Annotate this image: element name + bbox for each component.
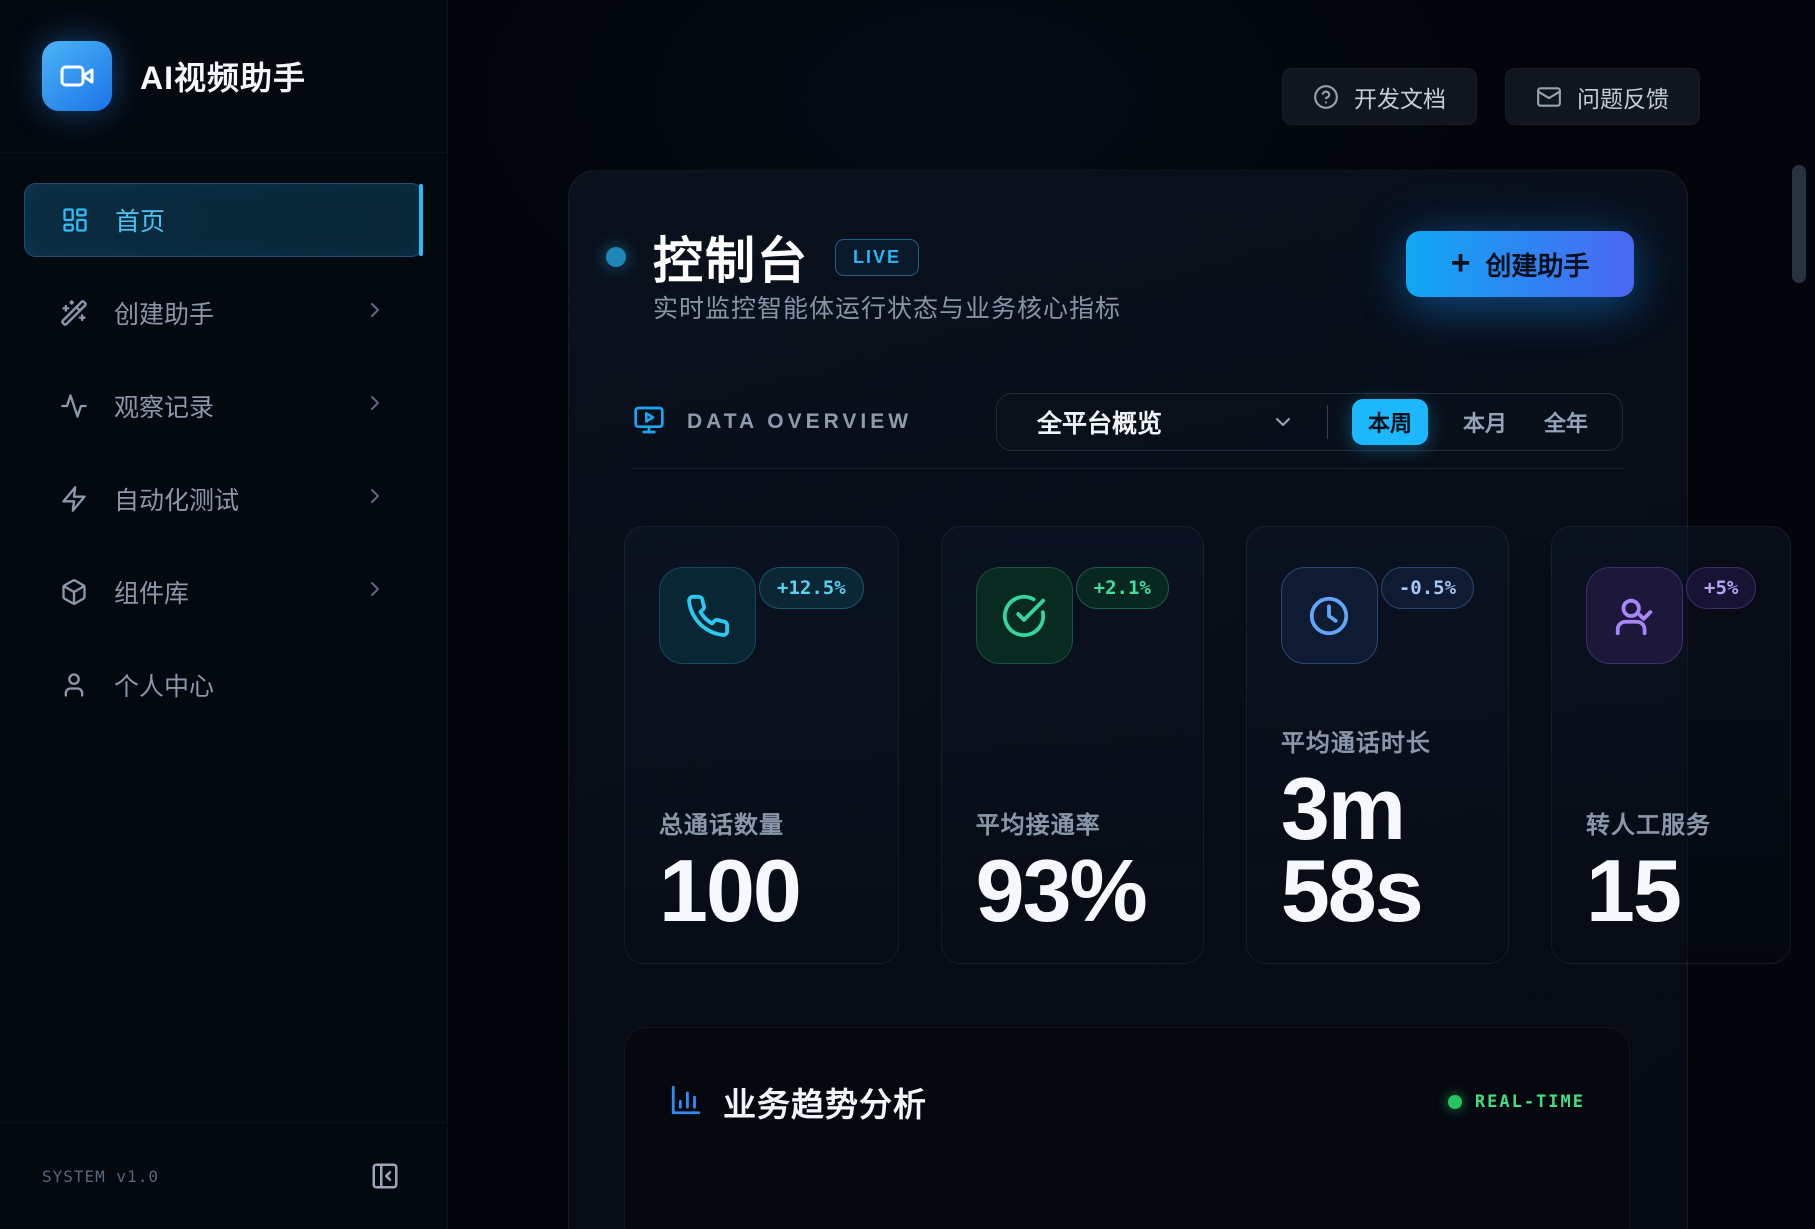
magic-wand-icon xyxy=(60,299,88,327)
sidebar-nav: 首页 创建助手 观察记录 xyxy=(0,153,447,1122)
topbar: 开发文档 问题反馈 xyxy=(1282,68,1700,125)
create-assistant-button[interactable]: + 创建助手 xyxy=(1406,231,1634,297)
delta-badge: +12.5% xyxy=(759,567,864,609)
app-title: AI视频助手 xyxy=(140,53,306,99)
sidebar-item-home[interactable]: 首页 xyxy=(24,183,423,257)
sidebar-item-label: 组件库 xyxy=(114,574,189,610)
sidebar-item-automation-test[interactable]: 自动化测试 xyxy=(24,462,423,536)
stat-label: 平均接通率 xyxy=(976,805,1169,840)
zap-icon xyxy=(60,485,88,513)
tab-full-year[interactable]: 全年 xyxy=(1542,399,1590,445)
stat-label: 平均通话时长 xyxy=(1281,723,1474,758)
dashboard-icon xyxy=(61,206,89,234)
stat-label: 总通话数量 xyxy=(659,805,864,840)
realtime-label: REAL-TIME xyxy=(1475,1092,1585,1112)
main-area: 开发文档 问题反馈 控制台 LIVE 实时监控智能体运行状态与业务核心指标 + … xyxy=(448,0,1815,1229)
bar-chart-icon xyxy=(669,1083,703,1122)
stat-card-top: +5% xyxy=(1586,567,1756,664)
page-title: 控制台 xyxy=(653,221,809,293)
collapse-sidebar-button[interactable] xyxy=(365,1156,405,1196)
phone-icon xyxy=(659,567,756,664)
realtime-status: REAL-TIME xyxy=(1448,1092,1585,1112)
console-panel: 控制台 LIVE 实时监控智能体运行状态与业务核心指标 + 创建助手 DATA … xyxy=(568,170,1688,1229)
platform-select[interactable]: 全平台概览 xyxy=(997,404,1327,440)
chevron-right-icon xyxy=(363,484,387,515)
delta-badge: +2.1% xyxy=(1076,567,1169,609)
dev-docs-label: 开发文档 xyxy=(1354,80,1446,114)
check-circle-icon xyxy=(976,567,1073,664)
create-assistant-label: 创建助手 xyxy=(1485,246,1589,283)
feedback-label: 问题反馈 xyxy=(1577,80,1669,114)
sidebar-item-label: 首页 xyxy=(115,202,165,238)
stat-value: 15 xyxy=(1586,850,1756,933)
sidebar: AI视频助手 首页 创建助手 xyxy=(0,0,448,1229)
stat-label: 转人工服务 xyxy=(1586,805,1756,840)
chevron-down-icon xyxy=(1271,410,1295,434)
chevron-right-icon xyxy=(363,298,387,329)
stat-card-answer-rate: +2.1% 平均接通率 93% xyxy=(941,526,1204,964)
platform-select-value: 全平台概览 xyxy=(1037,404,1162,440)
data-overview-row: DATA OVERVIEW 全平台概览 本周 本月 全年 xyxy=(633,393,1623,451)
plus-icon: + xyxy=(1451,246,1471,280)
stat-card-top: +2.1% xyxy=(976,567,1169,664)
overview-controls: 全平台概览 本周 本月 全年 xyxy=(996,393,1623,451)
sidebar-item-label: 自动化测试 xyxy=(114,481,239,517)
sidebar-item-create-assistant[interactable]: 创建助手 xyxy=(24,276,423,350)
stat-card-human-transfer: +5% 转人工服务 15 xyxy=(1551,526,1791,964)
console-header: 控制台 LIVE xyxy=(606,221,919,293)
chevron-right-icon xyxy=(363,577,387,608)
help-circle-icon xyxy=(1313,84,1339,110)
panel-collapse-icon xyxy=(370,1161,400,1191)
box-icon xyxy=(60,578,88,606)
time-range-tabs: 本周 本月 全年 xyxy=(1328,399,1622,445)
user-check-icon xyxy=(1586,567,1683,664)
sidebar-item-label: 观察记录 xyxy=(114,388,214,424)
realtime-dot xyxy=(1448,1095,1462,1109)
trend-header: 业务趋势分析 REAL-TIME xyxy=(669,1078,1585,1126)
sidebar-item-label: 创建助手 xyxy=(114,295,214,331)
section-divider xyxy=(633,468,1623,469)
stat-card-total-calls: +12.5% 总通话数量 100 xyxy=(624,526,899,964)
app-root: AI视频助手 首页 创建助手 xyxy=(0,0,1815,1229)
stats-row: +12.5% 总通话数量 100 +2.1% 平均接通率 xyxy=(624,526,1630,964)
sidebar-item-observation-log[interactable]: 观察记录 xyxy=(24,369,423,443)
stat-value-line-1: 3m xyxy=(1281,768,1474,851)
dev-docs-button[interactable]: 开发文档 xyxy=(1282,68,1477,125)
stat-value-line-2: 58s xyxy=(1281,850,1474,933)
tab-this-month[interactable]: 本月 xyxy=(1461,399,1509,445)
system-version: SYSTEM v1.0 xyxy=(42,1167,159,1186)
user-icon xyxy=(60,671,88,699)
tab-this-week[interactable]: 本周 xyxy=(1352,399,1428,445)
page-subtitle: 实时监控智能体运行状态与业务核心指标 xyxy=(653,289,1121,325)
section-label: DATA OVERVIEW xyxy=(687,410,912,434)
sidebar-item-label: 个人中心 xyxy=(114,667,214,703)
stat-card-avg-duration: -0.5% 平均通话时长 3m 58s xyxy=(1246,526,1509,964)
app-logo xyxy=(42,41,112,111)
status-dot xyxy=(606,247,626,267)
chevron-right-icon xyxy=(363,391,387,422)
sidebar-item-component-library[interactable]: 组件库 xyxy=(24,555,423,629)
stat-card-top: +12.5% xyxy=(659,567,864,664)
monitor-play-icon xyxy=(633,404,665,441)
trend-analysis-panel: 业务趋势分析 REAL-TIME xyxy=(624,1027,1630,1229)
video-camera-icon xyxy=(59,58,95,94)
mail-icon xyxy=(1536,84,1562,110)
delta-badge: +5% xyxy=(1686,567,1756,609)
stat-card-top: -0.5% xyxy=(1281,567,1474,664)
delta-badge: -0.5% xyxy=(1381,567,1474,609)
feedback-button[interactable]: 问题反馈 xyxy=(1505,68,1700,125)
activity-icon xyxy=(60,392,88,420)
stat-value: 93% xyxy=(976,850,1169,933)
sidebar-item-personal-center[interactable]: 个人中心 xyxy=(24,648,423,722)
clock-icon xyxy=(1281,567,1378,664)
sidebar-header: AI视频助手 xyxy=(0,0,447,153)
stat-value: 3m 58s xyxy=(1281,768,1474,933)
trend-title: 业务趋势分析 xyxy=(723,1078,927,1126)
scrollbar-thumb[interactable] xyxy=(1792,165,1806,283)
live-badge: LIVE xyxy=(835,239,919,276)
stat-value: 100 xyxy=(659,850,864,933)
sidebar-footer: SYSTEM v1.0 xyxy=(0,1122,447,1229)
